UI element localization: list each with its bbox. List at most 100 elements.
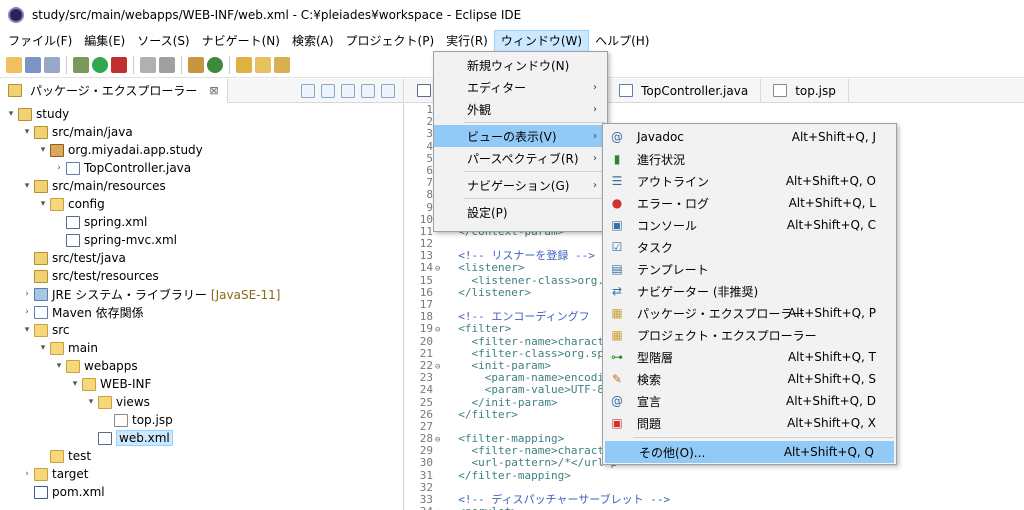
tree-item-label: views: [116, 395, 150, 409]
expanded-arrow-icon[interactable]: ▾: [20, 325, 34, 335]
new-icon[interactable]: [6, 56, 22, 73]
window-menu-item[interactable]: 外観 ›: [434, 98, 607, 120]
tree-item[interactable]: ▾ study: [0, 105, 403, 123]
window-menu-item[interactable]: ビューの表示(V) ›: [434, 125, 607, 147]
maximize-icon[interactable]: [381, 83, 395, 98]
window-menu-item[interactable]: エディター ›: [434, 76, 607, 98]
tree-item[interactable]: ▾ webapps: [0, 357, 403, 375]
window-menu-dropdown: 新規ウィンドウ(N) エディター › 外観 › ビューの表示(V) › パースペクティブ(R)…: [433, 51, 608, 232]
open-type-icon[interactable]: [236, 56, 252, 73]
show-view-item[interactable]: ● エラー・ログ Alt+Shift+Q, L: [603, 192, 896, 214]
show-view-item[interactable]: @ Javadoc Alt+Shift+Q, J: [603, 126, 896, 148]
expanded-arrow-icon[interactable]: ▾: [20, 181, 34, 191]
window-menu-item[interactable]: ナビゲーション(G) ›: [434, 174, 607, 196]
link-editor-icon[interactable]: [321, 83, 335, 98]
show-view-item[interactable]: ▦ プロジェクト・エクスプローラー: [603, 324, 896, 346]
package-explorer-tab[interactable]: パッケージ・エクスプローラー ⊠: [0, 78, 228, 103]
save-icon[interactable]: [25, 56, 41, 73]
shortcut-label: Alt+Shift+Q, D: [786, 394, 876, 408]
tree-item[interactable]: › Maven 依存関係: [0, 303, 403, 321]
debug-icon[interactable]: [73, 56, 89, 73]
menu-5[interactable]: プロジェクト(P): [340, 30, 441, 52]
tree-item[interactable]: src/test/resources: [0, 267, 403, 285]
tree-item[interactable]: pom.xml: [0, 483, 403, 501]
window-menu-item[interactable]: 設定(P): [434, 201, 607, 223]
tree-item[interactable]: src/test/java: [0, 249, 403, 267]
new-class-icon[interactable]: [207, 56, 223, 73]
tree-item[interactable]: ▾ org.miyadai.app.study: [0, 141, 403, 159]
tree-item[interactable]: top.jsp: [0, 411, 403, 429]
close-icon[interactable]: ⊠: [209, 84, 218, 97]
editor-tab[interactable]: TopController.java: [607, 78, 762, 103]
collapsed-arrow-icon[interactable]: ›: [20, 289, 34, 299]
tree-item[interactable]: test: [0, 447, 403, 465]
menu-3[interactable]: ナビゲート(N): [196, 30, 286, 52]
external-tools-icon[interactable]: [111, 56, 127, 73]
collapsed-arrow-icon[interactable]: ›: [20, 307, 34, 317]
show-view-item[interactable]: ▮ 進行状況: [603, 148, 896, 170]
menu-2[interactable]: ソース(S): [131, 30, 195, 52]
collapse-all-icon[interactable]: [301, 83, 315, 98]
collapsed-arrow-icon[interactable]: ›: [20, 469, 34, 479]
tree-item[interactable]: ▾ src/main/resources: [0, 177, 403, 195]
code-text: <filter-name>character: [445, 334, 618, 348]
menu-0[interactable]: ファイル(F): [2, 30, 78, 52]
show-view-item[interactable]: ▣ 問題 Alt+Shift+Q, X: [603, 412, 896, 434]
expanded-arrow-icon[interactable]: ▾: [52, 361, 66, 371]
show-view-item[interactable]: ▦ パッケージ・エクスプローラー Alt+Shift+Q, P: [603, 302, 896, 324]
new-package-icon[interactable]: [188, 56, 204, 73]
tree-item[interactable]: › target: [0, 465, 403, 483]
show-view-item[interactable]: @ 宣言 Alt+Shift+Q, D: [603, 390, 896, 412]
tree-item-text: webapps: [84, 359, 138, 373]
toolbar-separator: [181, 55, 182, 74]
collapsed-arrow-icon[interactable]: ›: [52, 163, 66, 173]
menu-1[interactable]: 編集(E): [78, 30, 131, 52]
shortcut-label: Alt+Shift+Q, P: [788, 306, 876, 320]
tree-item[interactable]: ▾ src/main/java: [0, 123, 403, 141]
xml-icon: [66, 233, 80, 247]
show-view-item[interactable]: ▤ テンプレート: [603, 258, 896, 280]
run-icon[interactable]: [92, 56, 108, 73]
show-view-item[interactable]: その他(O)... Alt+Shift+Q, Q: [605, 441, 894, 463]
expanded-arrow-icon[interactable]: ▾: [36, 145, 50, 155]
stop-icon[interactable]: [140, 56, 156, 73]
open-task-icon[interactable]: [255, 56, 271, 73]
search-icon[interactable]: [274, 56, 290, 73]
window-menu-item[interactable]: 新規ウィンドウ(N): [434, 54, 607, 76]
tree-item[interactable]: › JRE システム・ライブラリー [JavaSE-11]: [0, 285, 403, 303]
menu-4[interactable]: 検索(A): [286, 30, 340, 52]
editor-tab[interactable]: top.jsp: [761, 78, 849, 103]
tree-item[interactable]: ▾ WEB-INF: [0, 375, 403, 393]
save-all-icon[interactable]: [44, 56, 60, 73]
expanded-arrow-icon[interactable]: ▾: [68, 379, 82, 389]
expanded-arrow-icon[interactable]: ▾: [84, 397, 98, 407]
tree-item[interactable]: ▾ config: [0, 195, 403, 213]
window-menu-item[interactable]: パースペクティブ(R) ›: [434, 147, 607, 169]
menu-8[interactable]: ヘルプ(H): [589, 30, 655, 52]
view-menu-icon[interactable]: [341, 83, 355, 98]
folder-icon: [50, 341, 64, 355]
show-view-item[interactable]: ⇄ ナビゲーター (非推奨): [603, 280, 896, 302]
tree-item[interactable]: web.xml: [0, 429, 403, 447]
tree-item[interactable]: spring-mvc.xml: [0, 231, 403, 249]
expanded-arrow-icon[interactable]: ▾: [20, 127, 34, 137]
menu-7[interactable]: ウィンドウ(W): [493, 30, 590, 52]
tree-item[interactable]: ▾ views: [0, 393, 403, 411]
tree-item[interactable]: spring.xml: [0, 213, 403, 231]
server-icon[interactable]: [159, 56, 175, 73]
expanded-arrow-icon[interactable]: ▾: [36, 199, 50, 209]
show-view-item[interactable]: ☑ タスク: [603, 236, 896, 258]
menu-6[interactable]: 実行(R): [440, 30, 494, 52]
expanded-arrow-icon[interactable]: ▾: [36, 343, 50, 353]
show-view-item-label: タスク: [637, 240, 674, 255]
tree-item[interactable]: ▾ src: [0, 321, 403, 339]
show-view-item[interactable]: ☰ アウトライン Alt+Shift+Q, O: [603, 170, 896, 192]
tree-item[interactable]: › TopController.java: [0, 159, 403, 177]
view-icon: ▤: [611, 262, 623, 276]
minimize-icon[interactable]: [361, 83, 375, 98]
show-view-item[interactable]: ▣ コンソール Alt+Shift+Q, C: [603, 214, 896, 236]
expanded-arrow-icon[interactable]: ▾: [4, 109, 18, 119]
show-view-item[interactable]: ✎ 検索 Alt+Shift+Q, S: [603, 368, 896, 390]
show-view-item[interactable]: ⊶ 型階層 Alt+Shift+Q, T: [603, 346, 896, 368]
tree-item[interactable]: ▾ main: [0, 339, 403, 357]
